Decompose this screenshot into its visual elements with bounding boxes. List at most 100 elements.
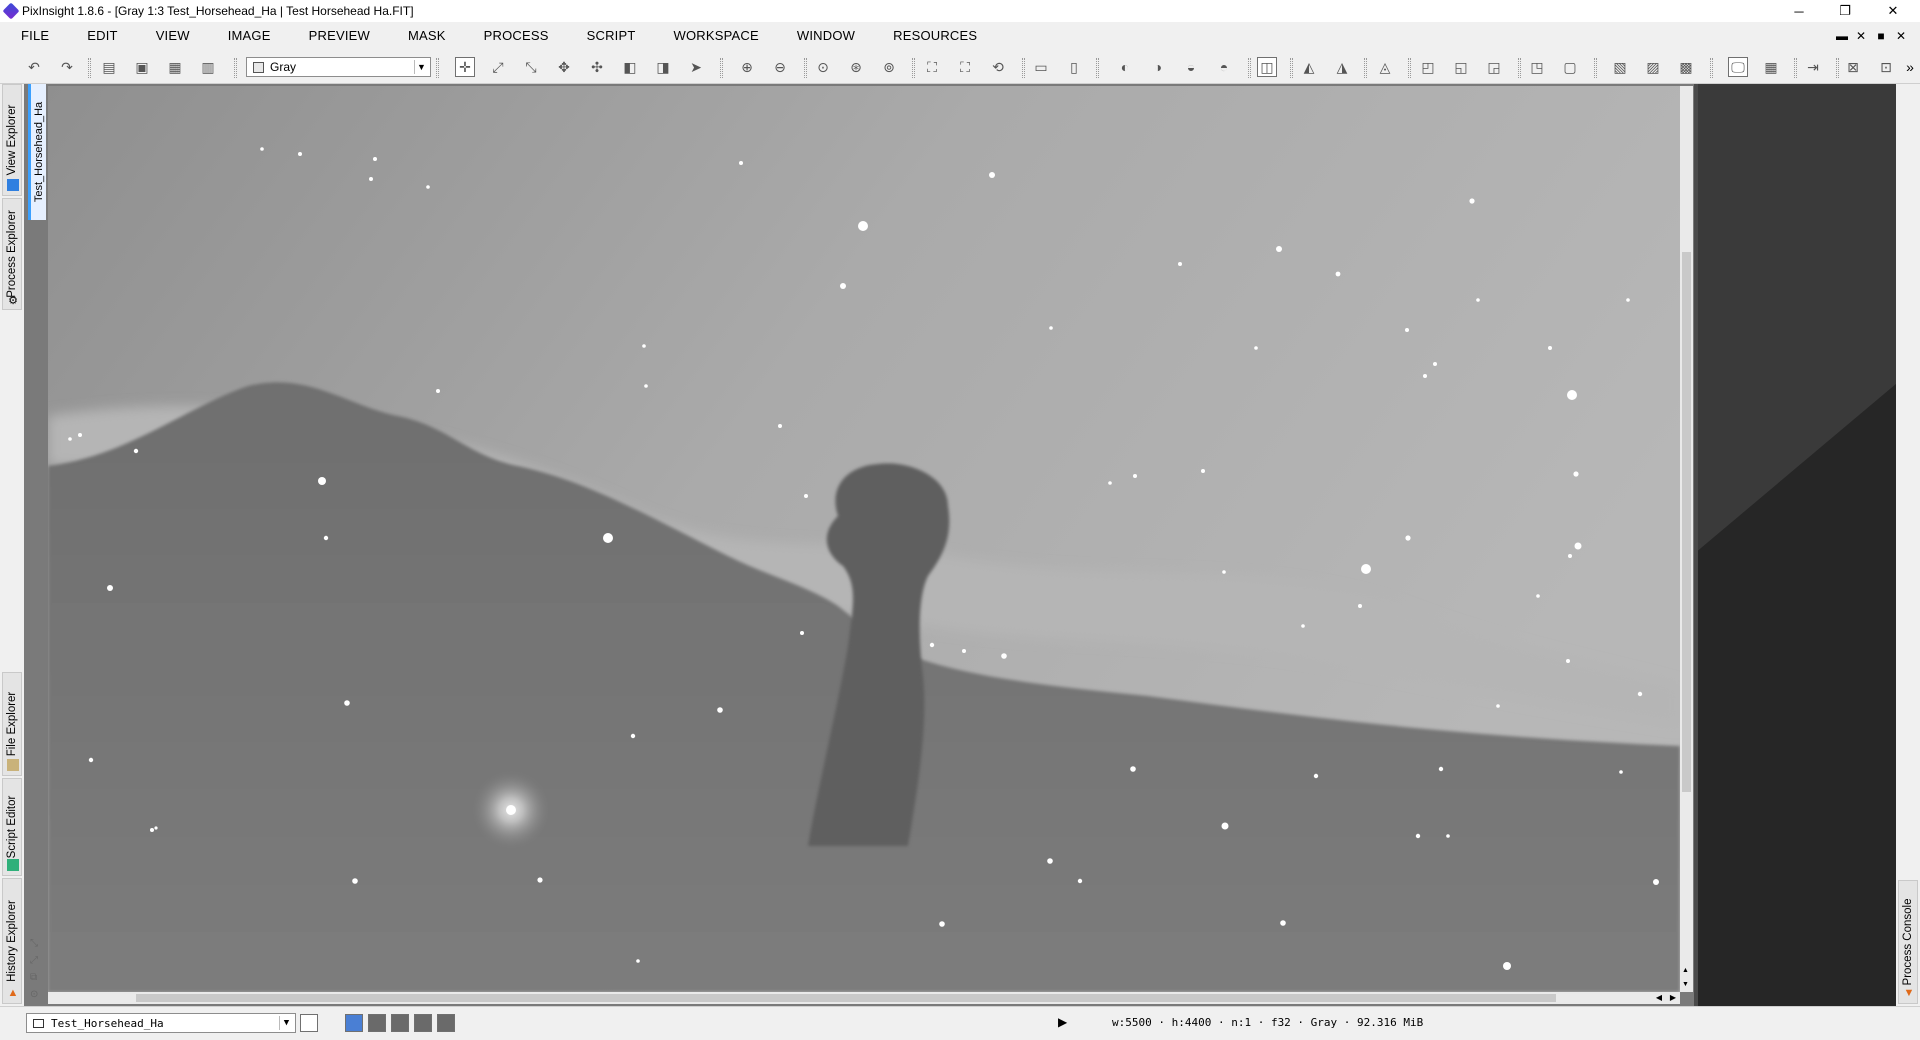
tab-history-explorer[interactable]: History Explorer ▲ xyxy=(2,878,22,1004)
tab-label: Process Explorer xyxy=(6,210,18,298)
view-side-icon-b[interactable]: ⤢ xyxy=(30,955,44,969)
explorer-icon-d[interactable]: ▨ xyxy=(1643,57,1663,77)
play-icon[interactable]: ▶ xyxy=(1058,1015,1067,1029)
zoom-in-mode-icon[interactable]: ⤢ xyxy=(488,57,508,77)
center-mode-icon[interactable]: ✣ xyxy=(587,57,607,77)
chevron-down-icon[interactable]: ▼ xyxy=(279,1016,293,1030)
tab-process-explorer[interactable]: Process Explorer ⚙ xyxy=(2,198,22,310)
display-icon[interactable]: 🖵 xyxy=(1728,57,1748,77)
mask-edit-icon[interactable]: ◑ xyxy=(1148,57,1168,77)
display-mode-rgb-button[interactable] xyxy=(345,1014,363,1032)
zoom-out-mode-icon[interactable]: ⤡ xyxy=(521,57,541,77)
process-icon-c[interactable]: ◲ xyxy=(1484,57,1504,77)
stf-icon[interactable]: ◫ xyxy=(1257,57,1277,77)
save-image-icon[interactable]: ▦ xyxy=(165,57,185,77)
window-tile-icon[interactable]: ▯ xyxy=(1064,57,1084,77)
right-dock: Process Console ▼ xyxy=(1896,84,1920,1006)
process-icon-b[interactable]: ◱ xyxy=(1451,57,1471,77)
pan-mode-icon[interactable]: ✥ xyxy=(554,57,574,77)
window-layout-icon[interactable]: ▭ xyxy=(1031,57,1051,77)
display-mode-blue-button[interactable] xyxy=(414,1014,432,1032)
close-window-icon[interactable]: ⊡ xyxy=(1876,57,1896,77)
zoom-fit-icon[interactable]: ⊙ xyxy=(813,57,833,77)
menu-script[interactable]: SCRIPT xyxy=(566,28,653,43)
menu-preview[interactable]: PREVIEW xyxy=(288,28,387,43)
menu-image[interactable]: IMAGE xyxy=(207,28,288,43)
image-canvas[interactable] xyxy=(48,86,1680,992)
scroll-down-arrow-icon[interactable]: ▼ xyxy=(1682,981,1689,988)
exit-icon[interactable]: ⇥ xyxy=(1803,57,1823,77)
toolbar-separator xyxy=(1710,58,1713,78)
mask-show-icon[interactable]: ◒ xyxy=(1181,57,1201,77)
select-mode-icon[interactable]: ➤ xyxy=(686,57,706,77)
new-preview-mode-icon[interactable]: ◧ xyxy=(620,57,640,77)
mdi-close-button[interactable]: ✕ xyxy=(1893,28,1909,44)
view-side-icon-d[interactable]: ⊙ xyxy=(30,989,44,1003)
mdi-restore-button[interactable]: ✕ xyxy=(1853,28,1869,44)
explorer-icon-e[interactable]: ▩ xyxy=(1676,57,1696,77)
menu-file[interactable]: FILE xyxy=(0,28,66,43)
scroll-up-arrow-icon[interactable]: ▲ xyxy=(1682,967,1689,974)
horizontal-scrollbar[interactable]: ◀ ▶ xyxy=(48,992,1680,1004)
toolbar-overflow-button[interactable]: » xyxy=(1900,57,1920,77)
view-options-button[interactable] xyxy=(300,1014,318,1032)
tab-script-editor[interactable]: Script Editor xyxy=(2,778,22,876)
display-mode-green-button[interactable] xyxy=(391,1014,409,1032)
mdi-maximize-button[interactable]: ■ xyxy=(1873,28,1889,44)
scroll-left-arrow-icon[interactable]: ◀ xyxy=(1656,993,1662,1002)
menu-edit[interactable]: EDIT xyxy=(66,28,134,43)
tab-process-console[interactable]: Process Console ▼ xyxy=(1898,880,1918,1004)
chevron-down-icon[interactable]: ▼ xyxy=(414,60,428,74)
vertical-scrollbar[interactable]: ▼ ▲ xyxy=(1680,86,1693,992)
zoom-one-icon[interactable]: ⊛ xyxy=(846,57,866,77)
display-mode-luma-button[interactable] xyxy=(437,1014,455,1032)
explorer-icon-c[interactable]: ▧ xyxy=(1610,57,1630,77)
close-button[interactable]: ✕ xyxy=(1870,0,1916,22)
explorer-icon-b[interactable]: ▢ xyxy=(1560,57,1580,77)
menu-workspace[interactable]: WORKSPACE xyxy=(653,28,776,43)
fit-window-icon[interactable]: ⛶ xyxy=(955,57,975,77)
workspace-icon[interactable]: ▦ xyxy=(1761,57,1781,77)
redo-icon[interactable]: ↷ xyxy=(57,57,77,77)
zoom-out-icon[interactable]: ⊖ xyxy=(770,57,790,77)
duplicate-image-icon[interactable]: ▣ xyxy=(132,57,152,77)
mask-invert-icon[interactable]: ◓ xyxy=(1214,57,1234,77)
new-mask-icon[interactable]: ◐ xyxy=(1115,57,1135,77)
fit-view-icon[interactable]: ⛶ xyxy=(922,57,942,77)
tab-label: View Explorer xyxy=(6,104,18,176)
minimize-button[interactable]: ─ xyxy=(1776,0,1822,22)
stf-auto-icon[interactable]: ◭ xyxy=(1299,57,1319,77)
undo-icon[interactable]: ↶ xyxy=(24,57,44,77)
view-side-icon-c[interactable]: ⧉ xyxy=(30,972,44,986)
tab-file-explorer[interactable]: File Explorer xyxy=(2,672,22,776)
menu-window[interactable]: WINDOW xyxy=(776,28,872,43)
view-select[interactable]: Test_Horsehead_Ha ▼ xyxy=(26,1013,296,1033)
close-image-icon[interactable]: ▥ xyxy=(198,57,218,77)
display-mode-red-button[interactable] xyxy=(368,1014,386,1032)
mdi-minimize-button[interactable]: ▬ xyxy=(1834,28,1850,44)
horizontal-scrollbar-thumb[interactable] xyxy=(136,994,1556,1002)
explorer-icon-a[interactable]: ◳ xyxy=(1527,57,1547,77)
stf-reset-icon[interactable]: ◮ xyxy=(1332,57,1352,77)
new-image-icon[interactable]: ▤ xyxy=(99,57,119,77)
scroll-right-arrow-icon[interactable]: ▶ xyxy=(1670,993,1676,1002)
view-selector-tab[interactable]: Test_Horsehead_Ha xyxy=(28,84,46,220)
vertical-scrollbar-thumb[interactable] xyxy=(1682,252,1691,792)
menu-process[interactable]: PROCESS xyxy=(463,28,566,43)
zoom-in-icon[interactable]: ⊕ xyxy=(737,57,757,77)
view-side-icon-a[interactable]: ⤡ xyxy=(30,938,44,952)
close-all-icon[interactable]: ⊠ xyxy=(1843,57,1863,77)
rotate-view-icon[interactable]: ⟲ xyxy=(988,57,1008,77)
edit-preview-mode-icon[interactable]: ◨ xyxy=(653,57,673,77)
menu-resources[interactable]: RESOURCES xyxy=(872,28,994,43)
channel-select[interactable]: Gray ▼ xyxy=(246,57,431,77)
tab-view-explorer[interactable]: View Explorer xyxy=(2,84,22,196)
process-icon-a[interactable]: ◰ xyxy=(1418,57,1438,77)
readout-mode-icon[interactable]: ✛ xyxy=(455,57,475,77)
menu-view[interactable]: VIEW xyxy=(135,28,207,43)
zoom-optimal-icon[interactable]: ⊚ xyxy=(879,57,899,77)
view-tab-label: Test_Horsehead_Ha xyxy=(32,101,45,203)
maximize-button[interactable]: ❐ xyxy=(1822,0,1868,22)
menu-mask[interactable]: MASK xyxy=(387,28,463,43)
histogram-icon[interactable]: ◬ xyxy=(1375,57,1395,77)
